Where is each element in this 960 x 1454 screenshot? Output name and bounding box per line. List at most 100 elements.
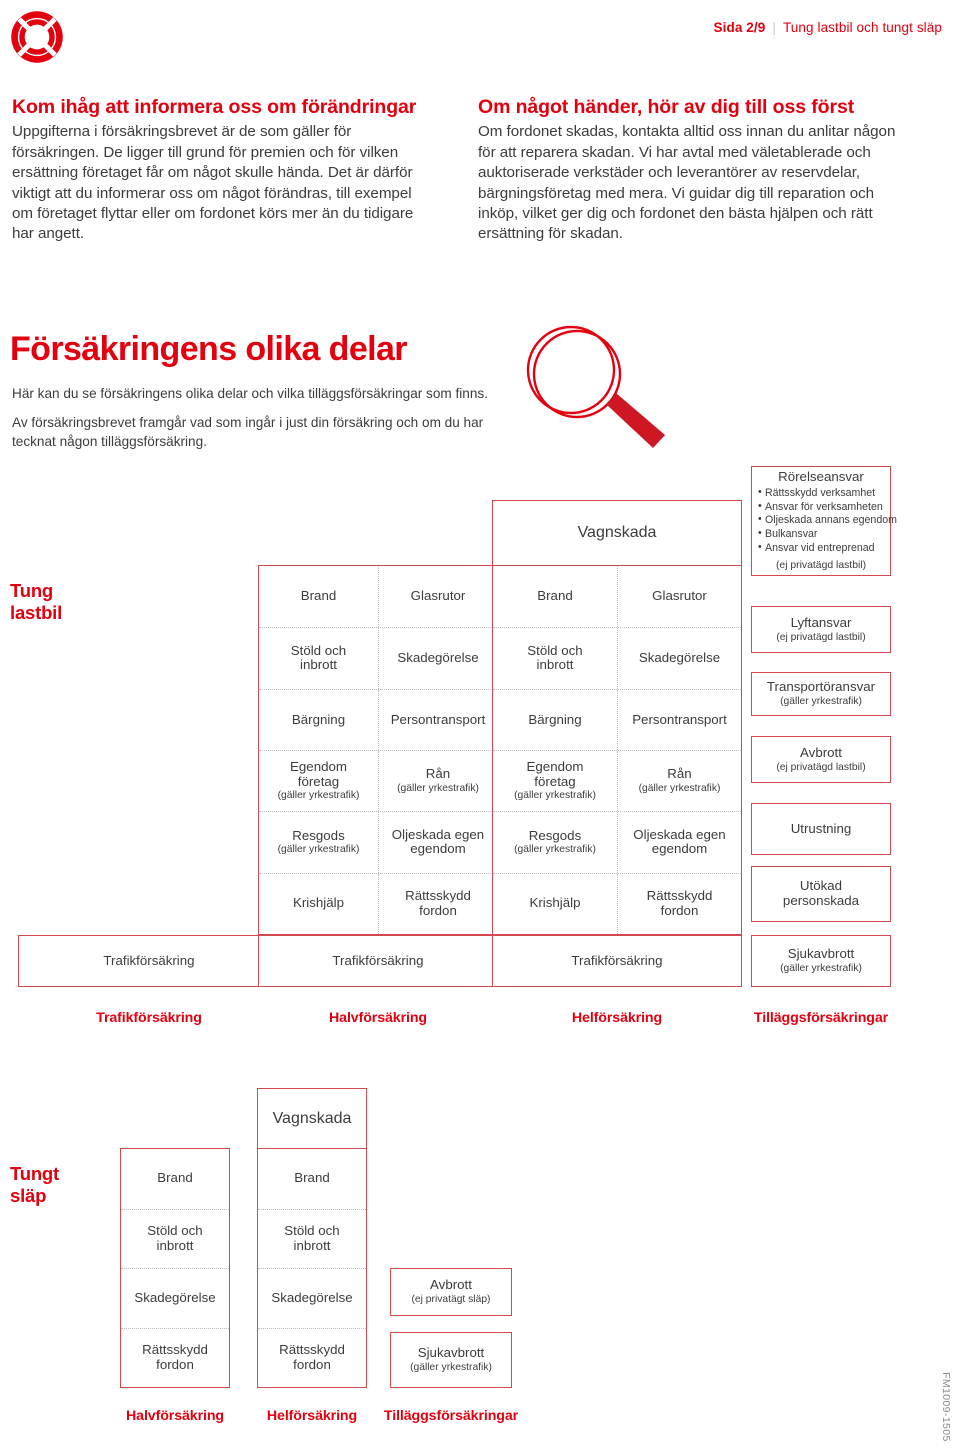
truck-hel-cell-persontransport: Persontransport: [617, 689, 741, 750]
bullet-item: Ansvar för verksamheten: [758, 500, 890, 515]
truck-trafik-label-col3: Trafikförsäkring: [571, 952, 663, 968]
truck-addon-note-0: (ej privatägd lastbil): [775, 560, 867, 572]
truck-halv-cell-stold: Stöld och inbrott: [290, 642, 347, 673]
truck-halv-cell-ran: Rån (gäller yrkestrafik): [378, 750, 497, 812]
trailer-halv-cell-skadegorelse: Skadegörelse: [134, 1289, 216, 1305]
truck-halv-stack: Brand Glasrutor Stöld och inbrott Skadegö…: [258, 565, 498, 935]
truck-halv-cell-bargning: Bärgning: [291, 711, 346, 727]
truck-addon-title-4: Utrustning: [790, 820, 852, 836]
trailer-addon-sjukavbrott: Sjukavbrott (gäller yrkestrafik): [390, 1332, 512, 1388]
truck-addon-utrustning: Utrustning: [751, 803, 891, 855]
header-separator: |: [772, 20, 776, 35]
bullet-item: Oljeskada annans egendom: [758, 513, 897, 528]
page-header: Sida 2/9 | Tung lastbil och tungt släp: [0, 0, 960, 72]
page-number: Sida 2/9: [713, 20, 766, 35]
truck-trafik-label-col2: Trafikförsäkring: [332, 952, 424, 968]
document-title: Tung lastbil och tungt släp: [782, 20, 942, 35]
truck-addon-title-1: Lyftansvar: [790, 614, 852, 630]
truck-addon-title-3: Avbrott: [800, 744, 842, 760]
truck-addon-sjukavbrott: Sjukavbrott (gäller yrkestrafik): [751, 935, 891, 987]
truck-hel-stack: Brand Glasrutor Stöld och inbrott Skadegö…: [492, 565, 742, 935]
truck-col-label-halv: Halvförsäkring: [329, 1010, 427, 1026]
truck-hel-cell-oljeskada: Oljeskada egen egendom: [617, 812, 741, 873]
truck-vagnskada-label: Vagnskada: [577, 524, 657, 541]
truck-col-label-hel: Helförsäkring: [571, 1010, 663, 1026]
trailer-addon-note-1: (gäller yrkestrafik): [410, 1362, 492, 1374]
truck-halv-cell-krishjalp: Krishjälp: [293, 895, 344, 911]
trailer-halv-cell-stold: Stöld och inbrott: [147, 1223, 203, 1253]
trailer-hel-cell-stold: Stöld och inbrott: [284, 1223, 340, 1253]
truck-addon-title-2: Transportöransvar: [766, 679, 876, 695]
truck-vagnskada-box: Vagnskada: [492, 500, 742, 566]
truck-halv-cell-egendom: Egendom företag (gäller yrkestrafik): [277, 759, 360, 802]
truck-hel-cell-glasrutor: Glasrutor: [617, 566, 741, 628]
trailer-addon-avbrott: Avbrott (ej privatägt släp): [390, 1268, 512, 1316]
trailer-vagnskada-box: Vagnskada: [257, 1088, 367, 1149]
truck-halv-cell-skadegorelse: Skadegörelse: [378, 628, 497, 689]
truck-hel-cell-skadegorelse: Skadegörelse: [617, 628, 741, 689]
truck-trafik-box-col2: Trafikförsäkring: [258, 935, 498, 987]
trailer-addon-title-1: Sjukavbrott: [417, 1345, 485, 1361]
truck-halv-cell-persontransport: Persontransport: [378, 689, 497, 750]
truck-addon-note-6: (gäller yrkestrafik): [780, 963, 862, 975]
truck-hel-cell-bargning: Bärgning: [528, 711, 582, 727]
truck-hel-cell-brand: Brand: [537, 588, 573, 604]
truck-hel-cell-krishjalp: Krishjälp: [529, 895, 581, 911]
trailer-row-label: Tungt släp: [10, 1163, 59, 1206]
truck-addon-note-2: (gäller yrkestrafik): [780, 696, 862, 708]
header-meta: Sida 2/9 | Tung lastbil och tungt släp: [714, 20, 942, 35]
document-code: FM1009-1505: [940, 1372, 952, 1442]
trailer-hel-cell-rattsskydd: Rättsskydd fordon: [279, 1342, 345, 1372]
trailer-halv-stack: Brand Stöld och inbrott Skadegörelse Rätt…: [120, 1148, 230, 1388]
truck-hel-cell-rattsskydd: Rättsskydd fordon: [617, 873, 741, 934]
trailer-hel-stack: Brand Stöld och inbrott Skadegörelse Rätt…: [257, 1148, 367, 1388]
intro-right-heading: Om något händer, hör av dig till oss för…: [478, 96, 855, 118]
intro-left-body: Uppgifterna i försäkringsbrevet är de so…: [12, 123, 414, 243]
truck-hel-cell-ran: Rån (gäller yrkestrafik): [617, 750, 741, 812]
truck-col-label-trafik: Trafikförsäkring: [96, 1010, 202, 1026]
truck-addon-rorelseansvar: Rörelseansvar Rättsskydd verksamhet Ansv…: [751, 466, 897, 576]
truck-col-label-tillagg: Tilläggsförsäkringar: [753, 1010, 889, 1026]
truck-addon-utokad-personskada: Utökad personskada: [751, 866, 891, 922]
intro-right-body: Om fordonet skadas, kontakta alltid oss …: [478, 123, 896, 243]
truck-halv-cell-brand: Brand: [300, 588, 337, 604]
magnifying-glass-icon: [505, 322, 695, 454]
truck-hel-cell-egendom: Egendom företag (gäller yrkestrafik): [514, 759, 596, 802]
bullet-item: Rättsskydd verksamhet: [758, 486, 890, 501]
truck-addon-title-5: Utökad personskada: [782, 878, 860, 908]
lifebuoy-icon: [9, 9, 65, 65]
bullet-item: Bulkansvar: [758, 527, 890, 542]
truck-row-label: Tung lastbil: [10, 580, 63, 623]
truck-addon-title-6: Sjukavbrott: [787, 946, 855, 962]
truck-halv-cell-resgods: Resgods (gäller yrkestrafik): [277, 827, 360, 856]
section-lead-line-2: Av försäkringsbrevet framgår vad som ing…: [12, 415, 484, 449]
truck-halv-cell-rattsskydd: Rättsskydd fordon: [378, 873, 497, 934]
trailer-vagnskada-label: Vagnskada: [272, 1109, 352, 1127]
trailer-halv-cell-rattsskydd: Rättsskydd fordon: [142, 1342, 208, 1372]
truck-addon-avbrott: Avbrott (ej privatägd lastbil): [751, 736, 891, 783]
truck-halv-cell-oljeskada: Oljeskada egen egendom: [378, 812, 497, 873]
truck-hel-cell-stold: Stöld och inbrott: [527, 642, 583, 673]
trailer-halv-cell-brand: Brand: [157, 1170, 193, 1186]
truck-trafik-box-col1: Trafikförsäkring: [18, 935, 280, 987]
truck-halv-cell-glasrutor: Glasrutor: [378, 566, 497, 628]
truck-addon-title-0: Rörelseansvar: [778, 469, 864, 485]
trailer-col-label-tillagg: Tilläggsförsäkringar: [383, 1408, 519, 1424]
trailer-col-label-halv: Halvförsäkring: [126, 1408, 224, 1424]
section-title: Försäkringens olika delar: [10, 330, 408, 368]
truck-trafik-label-col1: Trafikförsäkring: [103, 952, 195, 968]
bullet-item: Ansvar vid entreprenad: [758, 541, 890, 556]
truck-addon-note-1: (ej privatägd lastbil): [776, 631, 866, 643]
section-lead-line-1: Här kan du se försäkringens olika delar …: [12, 386, 489, 401]
truck-addon-bullets: Rättsskydd verksamhet Ansvar för verksam…: [752, 485, 897, 556]
intro-column-right: Om något händer, hör av dig till oss för…: [478, 96, 908, 245]
trailer-addon-note-0: (ej privatägt släp): [411, 1294, 491, 1306]
trailer-hel-cell-skadegorelse: Skadegörelse: [271, 1289, 353, 1305]
truck-trafik-box-col3: Trafikförsäkring: [492, 935, 742, 987]
truck-hel-cell-resgods: Resgods (gäller yrkestrafik): [514, 827, 596, 856]
section-lead: Här kan du se försäkringens olika delar …: [12, 385, 512, 462]
trailer-hel-cell-brand: Brand: [294, 1170, 330, 1186]
trailer-col-label-hel: Helförsäkring: [266, 1408, 358, 1424]
intro-column-left: Kom ihåg att informera oss om förändring…: [12, 96, 436, 245]
trailer-addon-title-0: Avbrott: [430, 1277, 472, 1293]
